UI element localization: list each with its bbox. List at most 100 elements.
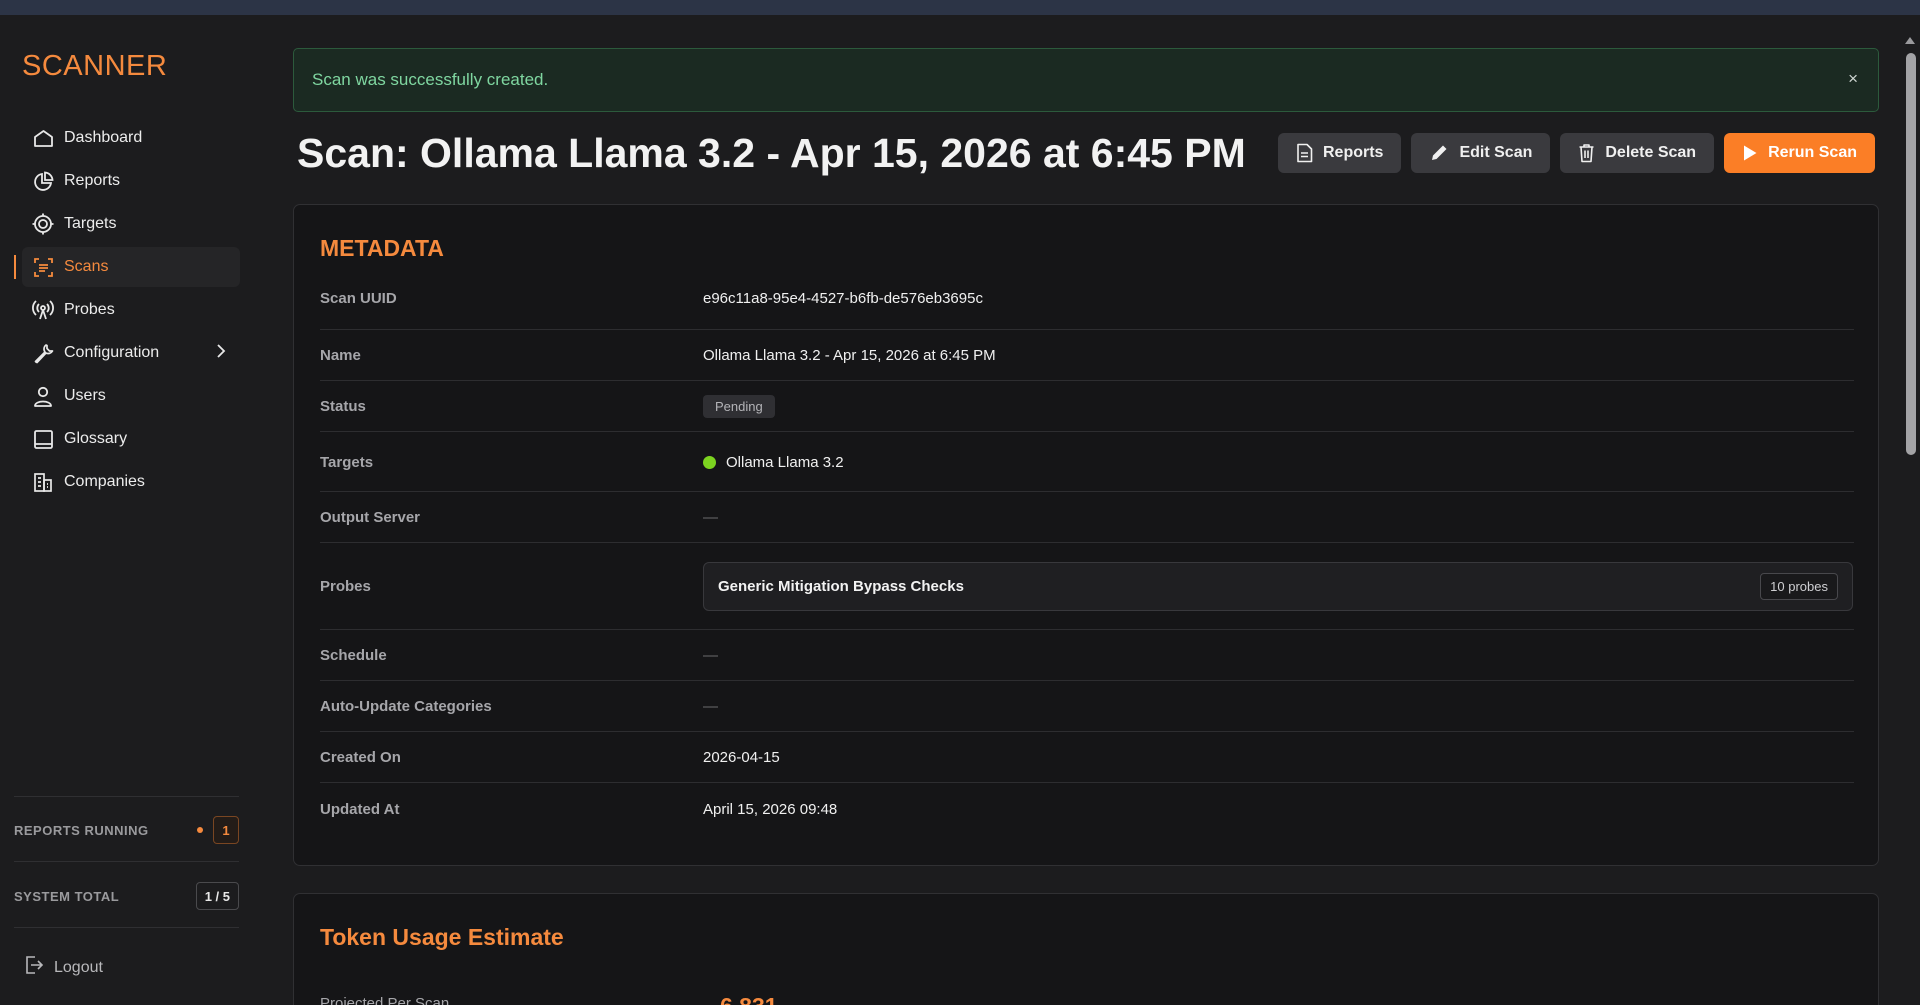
projected-per-scan-label: Projected Per Scan [320,995,450,1005]
document-icon [1296,143,1313,163]
sidebar-item-scans[interactable]: Scans [14,247,240,287]
target-link[interactable]: Ollama Llama 3.2 [703,454,844,471]
sidebar-item-label: Configuration [64,344,160,361]
metadata-row-name: Name Ollama Llama 3.2 - Apr 15, 2026 at … [320,331,1854,381]
sidebar-item-configuration[interactable]: Configuration [22,333,240,373]
metadata-row-schedule: Schedule — [320,631,1854,681]
running-indicator-dot [197,827,203,833]
sidebar-item-users[interactable]: Users [22,376,240,416]
sidebar-nav: Dashboard Reports Targets Scans Probes C… [14,118,240,505]
reports-button-label: Reports [1323,144,1384,161]
success-alert: Scan was successfully created. × [293,48,1879,112]
system-total-value: 1 / 5 [195,882,239,910]
output-server-value: — [703,509,718,526]
metadata-card: METADATA Scan UUID e96c11a8-95e4-4527-b6… [293,204,1879,866]
sidebar-item-label: Dashboard [64,129,143,146]
scroll-up-arrow[interactable] [1905,37,1915,44]
brand-logo[interactable]: SCANNER [22,50,167,83]
row-label: Status [320,398,366,415]
metadata-row-status: Status Pending [320,382,1854,432]
probe-group-name: Generic Mitigation Bypass Checks [718,578,964,595]
book-icon [32,428,54,450]
projected-per-scan-value: 6,831 [720,993,778,1005]
target-icon [32,213,54,235]
delete-scan-button-label: Delete Scan [1605,144,1697,161]
sidebar-item-label: Reports [64,172,121,189]
system-total-label: SYSTEM TOTAL [14,888,120,904]
divider [14,861,239,862]
browser-top-strip [0,0,1920,15]
logout-button[interactable]: Logout [24,955,103,980]
updated-at-value: April 15, 2026 09:48 [703,800,838,818]
metadata-title: METADATA [320,235,444,261]
sidebar-item-label: Probes [64,301,115,318]
target-status-dot [703,455,716,469]
reports-button[interactable]: Reports [1278,133,1402,173]
logout-icon [24,955,44,980]
row-label: Schedule [320,647,387,664]
metadata-row-uuid: Scan UUID e96c11a8-95e4-4527-b6fb-de576e… [320,267,1854,330]
sidebar-item-label: Targets [64,215,117,232]
user-icon [32,385,54,407]
pie-chart-icon [32,170,54,192]
delete-scan-button[interactable]: Delete Scan [1560,133,1715,173]
rerun-scan-button-label: Rerun Scan [1768,144,1857,161]
auto-update-value: — [703,698,718,715]
divider [14,796,239,797]
sidebar-item-reports[interactable]: Reports [22,161,240,201]
sidebar-item-label: Companies [64,473,145,490]
target-link-label: Ollama Llama 3.2 [726,453,844,471]
sidebar: SCANNER Dashboard Reports Targets Scans [0,15,250,1005]
metadata-row-updated-at: Updated At April 15, 2026 09:48 [320,784,1854,834]
status-badge: Pending [703,395,775,418]
row-label: Created On [320,749,401,766]
row-label: Probes [320,578,371,595]
reports-running-count[interactable]: 1 [213,816,239,844]
probe-count-badge: 10 probes [1760,573,1838,600]
metadata-row-output-server: Output Server — [320,493,1854,543]
edit-scan-button-label: Edit Scan [1459,144,1533,161]
scroll-thumb[interactable] [1906,53,1916,455]
logout-label: Logout [54,958,103,976]
schedule-value: — [703,647,718,664]
sidebar-item-dashboard[interactable]: Dashboard [22,118,240,158]
metadata-row-created-on: Created On 2026-04-15 [320,733,1854,783]
row-label: Output Server [320,509,421,526]
broadcast-icon [32,299,54,321]
trash-icon [1578,143,1595,163]
pencil-icon [1429,143,1449,163]
close-icon[interactable]: × [1848,69,1858,89]
row-label: Updated At [320,800,400,818]
scan-name-value: Ollama Llama 3.2 - Apr 15, 2026 at 6:45 … [703,347,996,364]
edit-scan-button[interactable]: Edit Scan [1411,133,1551,173]
wrench-icon [32,342,54,364]
row-label: Targets [320,453,374,471]
metadata-row-probes: Probes Generic Mitigation Bypass Checks … [320,544,1854,630]
scan-icon [32,256,54,278]
sidebar-item-label: Users [64,387,106,404]
system-total-stat: SYSTEM TOTAL 1 / 5 [14,881,239,911]
sidebar-item-companies[interactable]: Companies [22,462,240,502]
probe-group-item[interactable]: Generic Mitigation Bypass Checks 10 prob… [703,562,1853,611]
sidebar-item-probes[interactable]: Probes [22,290,240,330]
sidebar-item-glossary[interactable]: Glossary [22,419,240,459]
building-icon [32,471,54,493]
rerun-scan-button[interactable]: Rerun Scan [1724,133,1875,173]
play-icon [1742,144,1758,162]
created-on-value: 2026-04-15 [703,749,780,766]
action-toolbar: Reports Edit Scan Delete Scan Rerun Scan [1278,133,1875,173]
reports-running-label: REPORTS RUNNING [14,822,149,838]
sidebar-item-label: Glossary [64,430,128,447]
row-label: Auto-Update Categories [320,698,492,715]
row-label: Name [320,347,361,364]
divider [14,927,239,928]
home-icon [32,127,54,149]
page-scrollbar[interactable] [1901,15,1920,1005]
sidebar-item-label: Scans [64,258,109,275]
scan-uuid-value: e96c11a8-95e4-4527-b6fb-de576eb3695c [703,289,983,307]
row-label: Scan UUID [320,289,397,307]
sidebar-item-targets[interactable]: Targets [22,204,240,244]
page-title: Scan: Ollama Llama 3.2 - Apr 15, 2026 at… [297,130,1246,176]
reports-running-stat: REPORTS RUNNING 1 [14,815,239,845]
token-usage-title: Token Usage Estimate [320,924,564,950]
